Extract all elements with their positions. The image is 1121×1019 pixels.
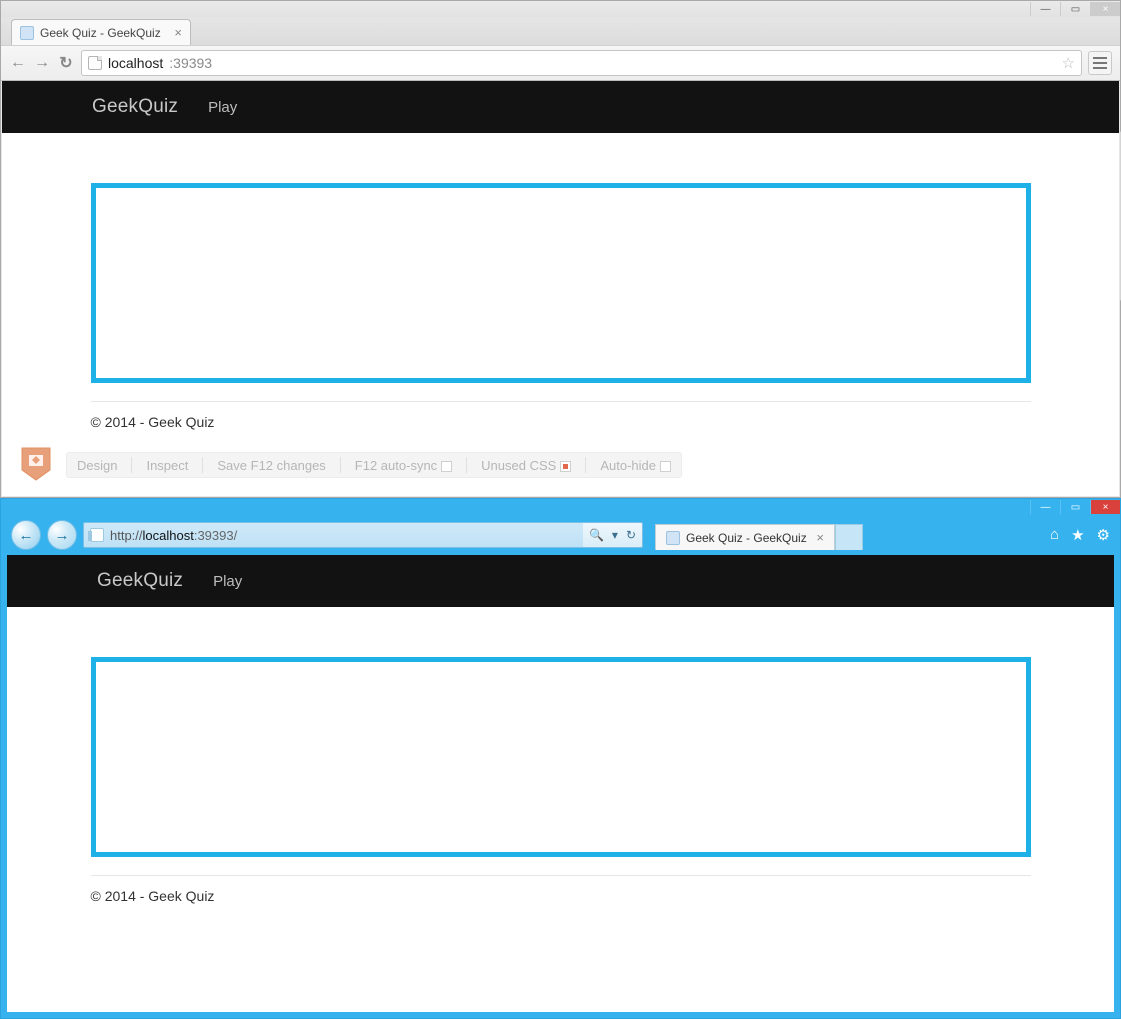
close-button[interactable]: ×	[1090, 2, 1120, 16]
browserlink-toolbar: Design Inspect Save F12 changes F12 auto…	[66, 452, 682, 478]
browserlink-badge-icon[interactable]	[20, 446, 52, 482]
ie-window-titlebar: — ▭ ×	[1, 499, 1120, 515]
footer-text: © 2014 - Geek Quiz	[91, 888, 1031, 904]
tab-close-icon[interactable]: ×	[174, 25, 182, 40]
chrome-tab-active[interactable]: Geek Quiz - GeekQuiz ×	[11, 19, 191, 45]
forward-button[interactable]: →	[47, 520, 77, 550]
site-brand[interactable]: GeekQuiz	[92, 96, 178, 118]
chrome-window-titlebar: — ▭ ×	[1, 1, 1120, 17]
footer-divider	[91, 875, 1031, 876]
chrome-browser-window: — ▭ × Geek Quiz - GeekQuiz × ← → ↻ local…	[0, 0, 1121, 498]
url-host: localhost	[143, 528, 194, 543]
ie-tab-title: Geek Quiz - GeekQuiz	[686, 531, 807, 545]
favicon-icon	[666, 531, 680, 545]
chrome-toolbar: ← → ↻ localhost :39393 ☆	[1, 45, 1120, 81]
refresh-icon[interactable]: ↻	[626, 528, 636, 542]
ie-viewport: GeekQuiz Play © 2014 - Geek Quiz	[7, 555, 1114, 1012]
url-port: :39393/	[194, 528, 237, 543]
site-brand[interactable]: GeekQuiz	[97, 570, 183, 592]
address-bar[interactable]: http://localhost:39393/	[83, 522, 583, 548]
page-icon	[90, 528, 104, 542]
favicon-icon	[20, 26, 34, 40]
url-host: localhost	[108, 55, 163, 71]
bl-autosync-button[interactable]: F12 auto-sync	[355, 458, 452, 473]
search-icon[interactable]: 🔍	[589, 528, 604, 542]
checkbox-checked-icon[interactable]	[560, 461, 571, 472]
url-port: :39393	[169, 55, 212, 71]
bl-unusedcss-button[interactable]: Unused CSS	[481, 458, 571, 473]
address-bar[interactable]: localhost :39393 ☆	[81, 50, 1082, 76]
back-button[interactable]: ←	[11, 520, 41, 550]
tab-close-icon[interactable]: ×	[816, 530, 824, 545]
gear-icon[interactable]: ⚙	[1097, 526, 1110, 544]
ie-browser-window: — ▭ × ← → http://localhost:39393/ 🔍 ▾ ↻	[0, 498, 1121, 1019]
ie-tab-active[interactable]: Geek Quiz - GeekQuiz ×	[655, 524, 835, 550]
checkbox-icon[interactable]	[660, 461, 671, 472]
quiz-panel	[91, 183, 1031, 383]
footer-text: © 2014 - Geek Quiz	[91, 414, 1031, 430]
nav-play-link[interactable]: Play	[213, 573, 242, 590]
nav-play-link[interactable]: Play	[208, 99, 237, 116]
bl-design-button[interactable]: Design	[77, 458, 117, 473]
site-navbar: GeekQuiz Play	[2, 81, 1119, 133]
maximize-button[interactable]: ▭	[1060, 500, 1090, 514]
url-scheme: http://	[110, 528, 143, 543]
footer-divider	[91, 401, 1031, 402]
dropdown-icon[interactable]: ▾	[612, 528, 618, 542]
new-tab-button[interactable]	[835, 524, 863, 550]
forward-icon[interactable]: →	[33, 54, 51, 72]
close-button[interactable]: ×	[1090, 500, 1120, 514]
bookmark-icon[interactable]: ☆	[1062, 54, 1075, 72]
page-icon	[88, 56, 102, 70]
maximize-button[interactable]: ▭	[1060, 2, 1090, 16]
menu-icon[interactable]	[1088, 51, 1112, 75]
favorites-icon[interactable]: ★	[1071, 526, 1084, 544]
bl-inspect-button[interactable]: Inspect	[146, 458, 188, 473]
back-icon[interactable]: ←	[9, 54, 27, 72]
chrome-viewport: GeekQuiz Play © 2014 - Geek Quiz Design …	[2, 81, 1119, 496]
bl-autohide-button[interactable]: Auto-hide	[600, 458, 671, 473]
reload-icon[interactable]: ↻	[57, 53, 75, 73]
site-navbar: GeekQuiz Play	[7, 555, 1114, 607]
address-bar-controls: 🔍 ▾ ↻	[583, 522, 643, 548]
ie-toolbar: ← → http://localhost:39393/ 🔍 ▾ ↻ Geek Q…	[1, 515, 1120, 555]
home-icon[interactable]: ⌂	[1050, 526, 1059, 544]
checkbox-icon[interactable]	[441, 461, 452, 472]
minimize-button[interactable]: —	[1030, 2, 1060, 16]
minimize-button[interactable]: —	[1030, 500, 1060, 514]
ie-tabstrip: Geek Quiz - GeekQuiz ×	[655, 520, 863, 550]
quiz-panel	[91, 657, 1031, 857]
chrome-tab-title: Geek Quiz - GeekQuiz	[40, 26, 161, 40]
bl-save-button[interactable]: Save F12 changes	[217, 458, 325, 473]
chrome-tabstrip: Geek Quiz - GeekQuiz ×	[1, 17, 1120, 45]
